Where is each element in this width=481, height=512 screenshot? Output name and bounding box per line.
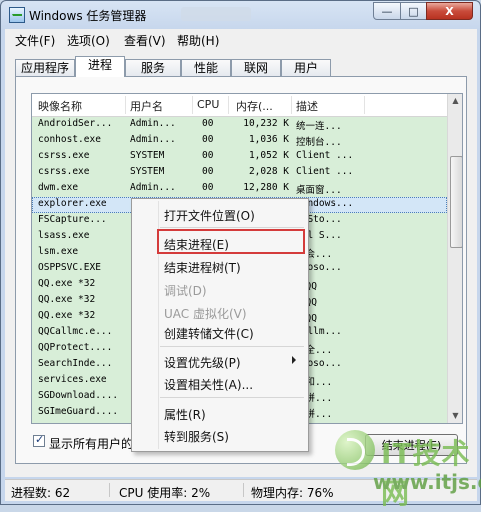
list-header: 映像名称 用户名 CPU 内存(... 描述 bbox=[32, 94, 447, 117]
cell-description: 统一连... bbox=[296, 121, 342, 132]
menu-create-dump-file[interactable]: 创建转储文件(C) bbox=[164, 325, 254, 342]
cell-user-name: SYSTEM bbox=[130, 150, 165, 161]
cell-image-name: explorer.exe bbox=[38, 198, 107, 209]
cell-memory: 12,280 K bbox=[243, 182, 289, 193]
status-process-count: 进程数: 62 bbox=[11, 486, 71, 500]
cell-image-name: dwm.exe bbox=[38, 182, 79, 193]
process-row[interactable]: csrss.exe SYSTEM 00 1,052 K Client ... bbox=[32, 149, 447, 165]
menu-options[interactable]: 选项(O) bbox=[67, 32, 110, 49]
menu-go-to-services[interactable]: 转到服务(S) bbox=[164, 428, 229, 445]
cell-description: Client ... bbox=[296, 150, 354, 161]
show-all-users-label: 显示所有用户的 bbox=[49, 437, 134, 451]
column-description[interactable]: 描述 bbox=[296, 98, 318, 114]
menu-help[interactable]: 帮助(H) bbox=[177, 32, 219, 49]
cell-image-name: AndroidSer... bbox=[38, 118, 113, 129]
column-memory[interactable]: 内存(... bbox=[236, 98, 273, 114]
cell-cpu: 00 bbox=[202, 166, 214, 177]
blurred-area bbox=[181, 7, 251, 21]
vertical-scrollbar[interactable]: ▲ ▼ bbox=[447, 94, 462, 423]
cell-cpu: 00 bbox=[202, 182, 214, 193]
cell-image-name: conhost.exe bbox=[38, 134, 101, 145]
status-cpu-usage: CPU 使用率: 2% bbox=[119, 486, 211, 500]
cell-image-name: csrss.exe bbox=[38, 150, 90, 161]
cell-memory: 1,036 K bbox=[248, 134, 289, 145]
cell-user-name: Admin... bbox=[130, 134, 176, 145]
menu-debug: 调试(D) bbox=[164, 284, 207, 298]
cell-image-name: QQ.exe *32 bbox=[38, 294, 96, 305]
cell-image-name: QQProtect.... bbox=[38, 342, 113, 353]
itjs-logo-icon bbox=[335, 430, 375, 470]
cell-user-name: Admin... bbox=[130, 118, 176, 129]
cell-image-name: OSPPSVC.EXE bbox=[38, 262, 101, 273]
column-image-name[interactable]: 映像名称 bbox=[38, 98, 82, 114]
cell-user-name: Admin... bbox=[130, 182, 176, 193]
tab-processes[interactable]: 进程 bbox=[75, 56, 125, 77]
menu-file[interactable]: 文件(F) bbox=[15, 32, 55, 49]
menu-properties[interactable]: 属性(R) bbox=[164, 406, 206, 423]
process-row[interactable]: dwm.exe Admin... 00 12,280 K 桌面窗... bbox=[32, 181, 447, 197]
menu-uac-virtualization: UAC 虚拟化(V) bbox=[164, 307, 247, 321]
title-bar[interactable]: Windows 任务管理器 — □ X bbox=[1, 1, 480, 29]
cell-image-name: lsass.exe bbox=[38, 230, 90, 241]
cell-image-name: SGImeGuard.... bbox=[38, 406, 119, 417]
maximize-button[interactable]: □ bbox=[400, 2, 427, 20]
menu-end-process-tree[interactable]: 结束进程树(T) bbox=[164, 259, 241, 276]
process-row[interactable]: csrss.exe SYSTEM 00 2,028 K Client ... bbox=[32, 165, 447, 181]
column-cpu[interactable]: CPU bbox=[197, 98, 219, 111]
tab-applications[interactable]: 应用程序 bbox=[15, 59, 75, 76]
menu-bar: 文件(F) 选项(O) 查看(V) 帮助(H) bbox=[5, 29, 477, 48]
cell-description: 桌面窗... bbox=[296, 185, 342, 196]
tab-services[interactable]: 服务 bbox=[125, 59, 181, 76]
process-row[interactable]: AndroidSer... Admin... 00 10,232 K 统一连... bbox=[32, 117, 447, 133]
cell-memory: 2,028 K bbox=[248, 166, 289, 177]
menu-open-file-location[interactable]: 打开文件位置(O) bbox=[164, 207, 255, 224]
process-row[interactable]: conhost.exe Admin... 00 1,036 K 控制台... bbox=[32, 133, 447, 149]
scroll-up-arrow-icon[interactable]: ▲ bbox=[449, 94, 462, 108]
scroll-thumb[interactable] bbox=[450, 156, 462, 248]
cell-description: 控制台... bbox=[296, 137, 342, 148]
cell-image-name: QQ.exe *32 bbox=[38, 310, 96, 321]
scroll-down-arrow-icon[interactable]: ▼ bbox=[449, 409, 462, 423]
watermark-url: www.itjs.cn bbox=[373, 470, 481, 494]
close-button[interactable]: X bbox=[426, 2, 473, 20]
tab-users[interactable]: 用户 bbox=[281, 59, 331, 76]
window-title: Windows 任务管理器 bbox=[29, 9, 147, 23]
cell-cpu: 00 bbox=[202, 118, 214, 129]
cell-cpu: 00 bbox=[202, 150, 214, 161]
cell-memory: 1,052 K bbox=[248, 150, 289, 161]
status-memory: 物理内存: 76% bbox=[251, 486, 334, 500]
cell-image-name: SGDownload.... bbox=[38, 390, 119, 401]
minimize-button[interactable]: — bbox=[373, 2, 401, 20]
menu-set-affinity[interactable]: 设置相关性(A)... bbox=[164, 376, 253, 393]
cell-description: Client ... bbox=[296, 166, 354, 177]
cell-image-name: services.exe bbox=[38, 374, 107, 385]
column-user-name[interactable]: 用户名 bbox=[130, 98, 163, 114]
cell-image-name: SearchInde... bbox=[38, 358, 113, 369]
itjs-watermark: IT技术网 www.itjs.cn bbox=[333, 428, 481, 510]
cell-image-name: QQCallmc.e... bbox=[38, 326, 113, 337]
cell-memory: 10,232 K bbox=[243, 118, 289, 129]
cell-user-name: SYSTEM bbox=[130, 166, 165, 177]
cell-image-name: csrss.exe bbox=[38, 166, 90, 177]
task-manager-icon bbox=[9, 7, 25, 23]
highlight-annotation bbox=[157, 229, 305, 254]
show-all-users-checkbox[interactable] bbox=[33, 433, 45, 447]
cell-image-name: FSCapture... bbox=[38, 214, 107, 225]
menu-set-priority[interactable]: 设置优先级(P) bbox=[164, 354, 241, 371]
tab-performance[interactable]: 性能 bbox=[181, 59, 231, 76]
cell-image-name: QQ.exe *32 bbox=[38, 278, 96, 289]
cell-image-name: lsm.exe bbox=[38, 246, 79, 257]
tab-networking[interactable]: 联网 bbox=[231, 59, 281, 76]
submenu-arrow-icon bbox=[292, 356, 296, 364]
menu-view[interactable]: 查看(V) bbox=[124, 32, 166, 49]
cell-cpu: 00 bbox=[202, 134, 214, 145]
